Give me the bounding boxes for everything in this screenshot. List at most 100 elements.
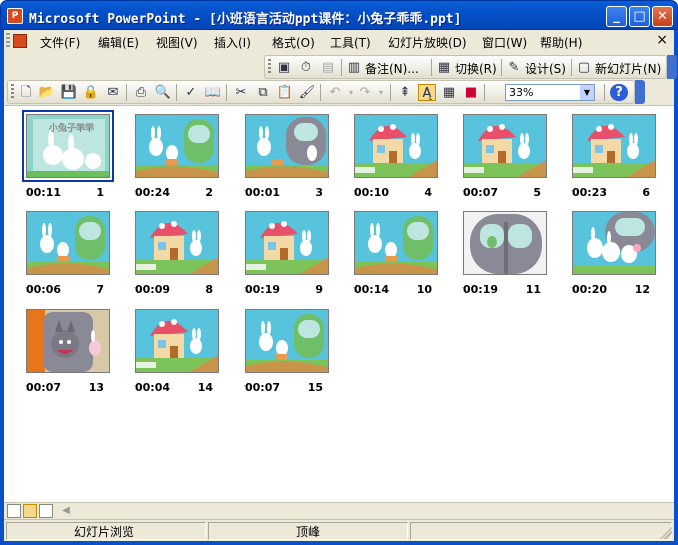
slide-thumbnail[interactable] xyxy=(572,114,656,178)
toolbar-options-icon[interactable] xyxy=(635,80,645,104)
slide-number: 1 xyxy=(96,186,104,199)
slide-thumbnail[interactable] xyxy=(26,309,110,373)
slide-image xyxy=(136,115,218,177)
document-icon[interactable] xyxy=(13,34,27,48)
menu-edit[interactable]: 编辑(E) xyxy=(98,34,139,51)
slide-thumbnail[interactable] xyxy=(245,309,329,373)
transition-button[interactable]: 切换(R) xyxy=(455,60,497,77)
new-slide-icon[interactable]: ▢ xyxy=(575,59,593,76)
chevron-down-icon[interactable]: ▼ xyxy=(580,85,594,100)
slide-image xyxy=(355,212,437,274)
email-icon[interactable]: ✉ xyxy=(104,84,122,101)
slide-thumbnail[interactable] xyxy=(135,309,219,373)
save-icon[interactable]: 💾 xyxy=(60,84,78,101)
toolbar-separator xyxy=(390,84,391,101)
view-buttons-bar: ◀ xyxy=(4,502,674,519)
slide-thumbnail[interactable] xyxy=(135,211,219,275)
notes-button[interactable]: 备注(N)... xyxy=(365,60,419,77)
toolbar-separator xyxy=(431,59,432,76)
open-folder-icon[interactable]: 📂 xyxy=(38,84,56,101)
notes-icon[interactable]: ▥ xyxy=(345,59,363,76)
slide-image xyxy=(464,212,546,274)
copy-icon[interactable]: ⧉ xyxy=(254,84,272,101)
slide-thumbnail[interactable] xyxy=(354,114,438,178)
slide-number: 10 xyxy=(416,283,432,296)
slide-thumbnail[interactable] xyxy=(135,114,219,178)
slide-sorter-view-icon[interactable] xyxy=(23,504,37,518)
slide-sorter-pane[interactable]: 小兔子乖乖 ☆ 00:11 1 ☆ 00:24 2 ☆ 00:01 3 ☆ 00:10 4 ☆ 00:07 5… xyxy=(4,105,674,502)
slide-timing: 00:23 xyxy=(572,186,608,199)
slide-timing: 00:19 xyxy=(463,283,499,296)
redo-dropdown-icon[interactable]: ▾ xyxy=(372,84,390,101)
new-document-icon[interactable]: 🗋 xyxy=(17,84,35,101)
menu-slideshow[interactable]: 幻灯片放映(D) xyxy=(388,34,467,51)
slideshow-view-icon[interactable] xyxy=(39,504,53,518)
summary-slide-icon[interactable]: ▤ xyxy=(319,59,337,76)
document-close-button[interactable]: × xyxy=(656,32,668,48)
slide-thumbnail[interactable] xyxy=(572,211,656,275)
print-preview-icon[interactable]: 🔍 xyxy=(154,84,172,101)
menu-help[interactable]: 帮助(H) xyxy=(540,34,582,51)
slide-thumbnail[interactable] xyxy=(463,211,547,275)
title-bar[interactable]: P Microsoft PowerPoint - [小班语言活动ppt课件：小兔… xyxy=(0,0,678,30)
rehearse-timings-icon[interactable]: ⏱ xyxy=(297,59,315,76)
powerpoint-icon[interactable]: P xyxy=(7,8,23,24)
status-bar: 幻灯片浏览 顶峰 xyxy=(4,519,674,541)
format-painter-icon[interactable]: 🖌 xyxy=(298,84,316,101)
help-icon[interactable]: ? xyxy=(610,84,628,101)
window-title: Microsoft PowerPoint - [小班语言活动ppt课件：小兔子乖… xyxy=(29,12,462,27)
menu-insert[interactable]: 插入(I) xyxy=(214,34,251,51)
menu-view[interactable]: 视图(V) xyxy=(156,34,198,51)
menu-window[interactable]: 窗口(W) xyxy=(482,34,527,51)
normal-view-icon[interactable] xyxy=(7,504,21,518)
expand-all-icon[interactable]: ⇞ xyxy=(396,84,414,101)
toolbar-separator xyxy=(226,84,227,101)
minimize-button[interactable]: _ xyxy=(606,6,627,27)
slide-number: 13 xyxy=(88,381,104,394)
slide-thumbnail[interactable] xyxy=(354,211,438,275)
toolbar-separator xyxy=(571,59,572,76)
slide-number: 2 xyxy=(205,186,213,199)
slide-thumbnail[interactable]: 小兔子乖乖 xyxy=(22,110,114,182)
slide-number: 9 xyxy=(315,283,323,296)
design-button[interactable]: 设计(S) xyxy=(525,60,566,77)
spelling-icon[interactable]: ✓ xyxy=(182,84,200,101)
toolbar-separator xyxy=(320,84,321,101)
toolbar-options-icon[interactable] xyxy=(667,55,677,79)
maximize-button[interactable]: □ xyxy=(629,6,650,27)
color-grayscale-icon[interactable]: ■ xyxy=(462,84,480,101)
new-slide-button[interactable]: 新幻灯片(N) xyxy=(595,60,661,77)
slide-image xyxy=(464,115,546,177)
grid-icon[interactable]: ▦ xyxy=(440,84,458,101)
resize-grip-icon[interactable] xyxy=(660,527,672,539)
menu-format[interactable]: 格式(O) xyxy=(272,34,315,51)
menu-tools[interactable]: 工具(T) xyxy=(330,34,371,51)
show-formatting-icon[interactable]: Ą xyxy=(418,84,436,101)
permission-icon[interactable]: 🔒 xyxy=(82,84,100,101)
slide-image xyxy=(573,212,655,274)
slide-timing: 00:14 xyxy=(354,283,390,296)
toolbar-grip[interactable] xyxy=(11,84,14,100)
transition-icon[interactable]: ▦ xyxy=(435,59,453,76)
design-icon[interactable]: ✎ xyxy=(505,59,523,76)
menu-grip[interactable] xyxy=(6,33,10,49)
paste-icon[interactable]: 📋 xyxy=(276,84,294,101)
slide-thumbnail[interactable] xyxy=(245,114,329,178)
menu-file[interactable]: 文件(F) xyxy=(40,34,80,51)
hide-slide-icon[interactable]: ▣ xyxy=(275,59,293,76)
slide-timing: 00:19 xyxy=(245,283,281,296)
toolbar-grip[interactable] xyxy=(268,59,271,75)
slide-number: 7 xyxy=(96,283,104,296)
slide-thumbnail[interactable] xyxy=(26,211,110,275)
close-button[interactable]: ✕ xyxy=(652,6,673,27)
slide-thumbnail[interactable] xyxy=(245,211,329,275)
slide-image xyxy=(246,115,328,177)
slide-timing: 00:07 xyxy=(245,381,281,394)
print-icon[interactable]: ⎙ xyxy=(132,84,150,101)
zoom-select[interactable]: 33% ▼ xyxy=(505,84,595,101)
slide-thumbnail[interactable] xyxy=(463,114,547,178)
cut-icon[interactable]: ✂ xyxy=(232,84,250,101)
research-icon[interactable]: 📖 xyxy=(204,84,222,101)
scroll-left-icon[interactable]: ◀ xyxy=(59,503,73,519)
svg-text:小兔子乖乖: 小兔子乖乖 xyxy=(49,122,94,134)
